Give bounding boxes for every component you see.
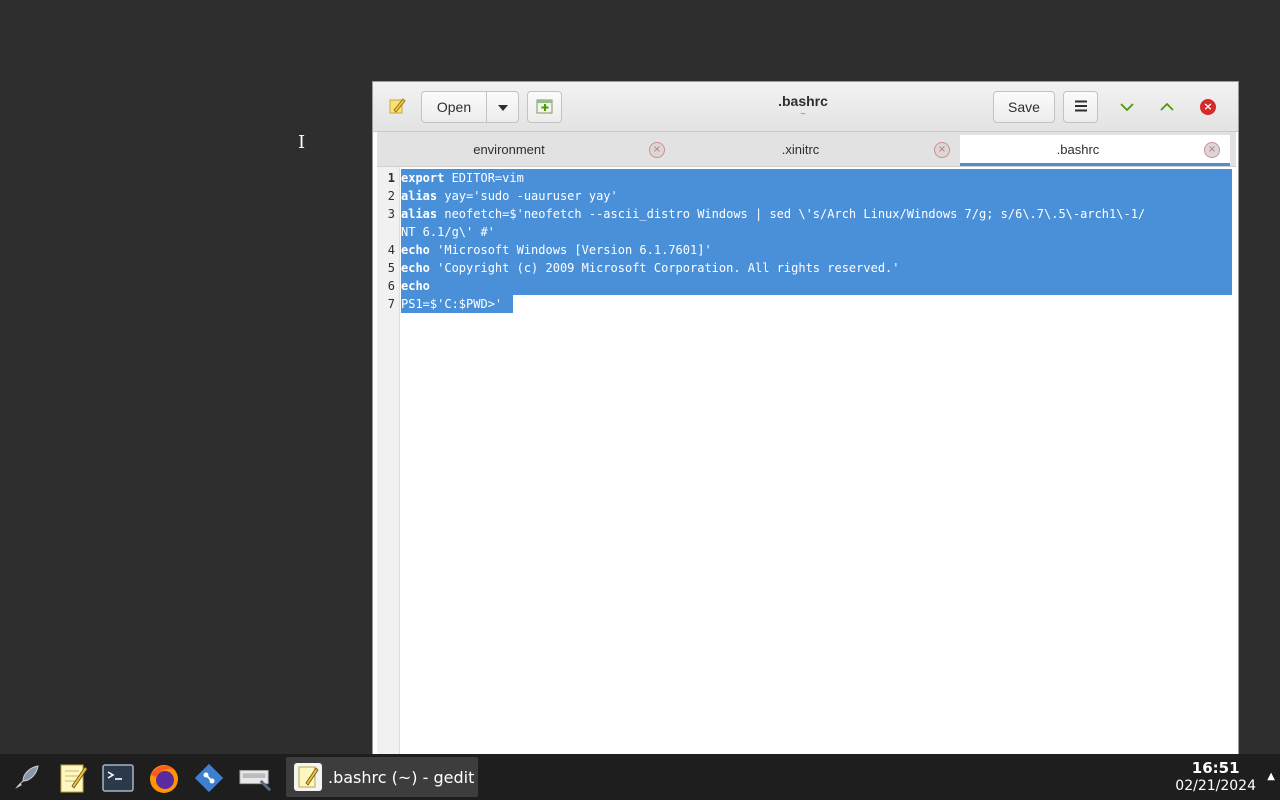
tab-close-icon[interactable]: ×: [934, 142, 950, 158]
tab-label: .xinitrc: [781, 142, 820, 157]
new-tab-icon: [536, 98, 554, 117]
window-subtitle: ~: [800, 109, 806, 120]
chevron-down-icon: [497, 99, 509, 115]
git-icon[interactable]: [192, 761, 226, 795]
taskbar-task-gedit[interactable]: .bashrc (~) - gedit: [286, 757, 478, 797]
tray-expand-icon[interactable]: ▲: [1267, 771, 1275, 782]
code-line: export EDITOR=vim: [401, 171, 524, 185]
tab-xinitrc[interactable]: .xinitrc ×: [675, 135, 960, 166]
line-number: 4: [387, 243, 395, 257]
menu-button[interactable]: [1063, 91, 1098, 123]
firefox-icon[interactable]: [147, 761, 181, 795]
code-line: echo: [401, 279, 430, 293]
line-number-gutter: 1 2 3 4 5 6 7: [377, 167, 400, 754]
maximize-button[interactable]: [1157, 97, 1177, 117]
close-window-button[interactable]: ×: [1198, 97, 1218, 117]
line-number: 5: [387, 261, 395, 275]
clock-date: 02/21/2024: [1175, 778, 1256, 794]
window-title: .bashrc: [778, 93, 828, 109]
code-line: alias yay='sudo -uauruser yay': [401, 189, 618, 203]
line-number: 3: [387, 207, 395, 221]
code-line: PS1=$'C:$PWD>': [401, 297, 503, 311]
rocket-icon[interactable]: [9, 761, 43, 795]
screenshot-icon[interactable]: [238, 761, 272, 795]
text-editor[interactable]: 1 2 3 4 5 6 7 export EDITOR=vim alias ya…: [377, 167, 1232, 754]
tab-environment[interactable]: environment ×: [377, 135, 675, 166]
open-recent-dropdown-button[interactable]: [486, 91, 519, 123]
chevron-down-icon: [1120, 103, 1134, 112]
terminal-icon[interactable]: [101, 761, 135, 795]
taskbar-task-label: .bashrc (~) - gedit: [328, 767, 475, 787]
code-line: echo 'Copyright (c) 2009 Microsoft Corpo…: [401, 261, 900, 275]
close-icon: ×: [1200, 99, 1216, 115]
gedit-window: Open .bashrc ~ Save × environment × .xin…: [372, 81, 1239, 754]
text-editor-icon[interactable]: [56, 761, 90, 795]
tab-bashrc[interactable]: .bashrc ×: [960, 135, 1230, 166]
line-number: 2: [387, 189, 395, 203]
text-editor-icon: [294, 763, 322, 791]
line-number: 1: [387, 171, 395, 185]
line-number: 6: [387, 279, 395, 293]
gedit-app-icon: [387, 97, 407, 117]
hamburger-menu-icon: [1074, 99, 1088, 115]
text-cursor-icon: I: [298, 132, 306, 153]
code-line: alias neofetch=$'neofetch --ascii_distro…: [401, 207, 1146, 221]
line-number: 7: [387, 297, 395, 311]
clock-time: 16:51: [1191, 759, 1240, 777]
header-bar: Open .bashrc ~ Save ×: [373, 82, 1238, 132]
clock[interactable]: 16:51 02/21/2024: [1175, 759, 1256, 795]
code-line: echo 'Microsoft Windows [Version 6.1.760…: [401, 243, 712, 257]
window-title-area: .bashrc ~: [703, 92, 903, 120]
tab-label: environment: [473, 142, 545, 157]
tab-close-icon[interactable]: ×: [1204, 142, 1220, 158]
code-line-wrapped: NT 6.1/g\' #': [401, 225, 495, 239]
minimize-button[interactable]: [1117, 97, 1137, 117]
save-button[interactable]: Save: [993, 91, 1055, 123]
taskbar: .bashrc (~) - gedit 16:51 02/21/2024 ▲: [0, 754, 1280, 800]
open-button[interactable]: Open: [421, 91, 487, 123]
chevron-up-icon: [1160, 102, 1174, 111]
tab-label: .bashrc: [1056, 142, 1100, 157]
new-document-button[interactable]: [527, 91, 562, 123]
tab-close-icon[interactable]: ×: [649, 142, 665, 158]
tab-bar: environment × .xinitrc × .bashrc ×: [377, 132, 1236, 167]
